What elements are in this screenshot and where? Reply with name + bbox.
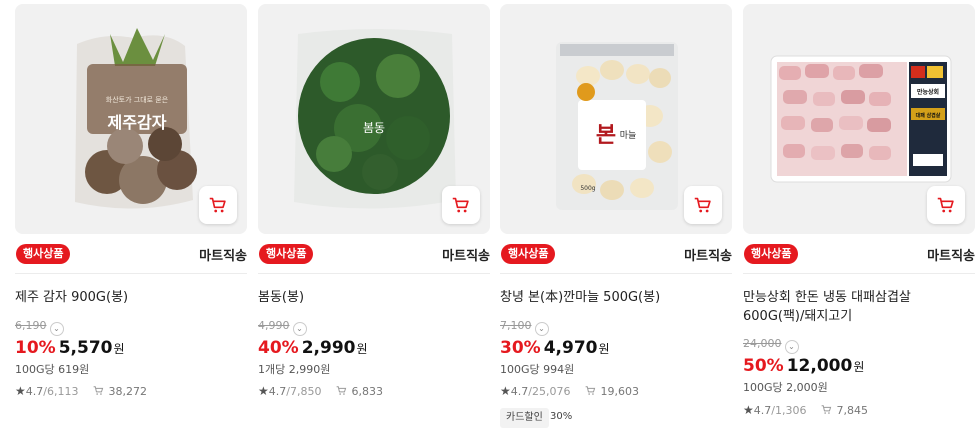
event-badge: 행사상품: [16, 244, 71, 264]
product-card[interactable]: 본 마늘 500g 행사상품 마트직송 창녕 본(本)깐마늘 500G(봉) 7…: [500, 0, 732, 441]
image-title: 대패 삼겹살: [916, 112, 941, 119]
stats-row: ★4.7/6,113 38,272: [15, 384, 247, 398]
price-block: 6,190 ⌄ 10% 5,570원 100G당 619원: [15, 314, 247, 377]
divider: [258, 273, 490, 274]
chevron-down-icon[interactable]: ⌄: [534, 322, 549, 336]
discount-rate: 50%: [743, 356, 784, 376]
shipping-label: 마트직송: [927, 249, 975, 264]
image-subtitle: 마늘: [620, 130, 637, 141]
currency: 원: [598, 342, 610, 356]
stats-row: ★4.7/7,850 6,833: [258, 384, 490, 398]
star-icon: ★: [500, 384, 511, 398]
product-name[interactable]: 만능상회 한돈 냉동 대패삼겹살 600G(팩)/돼지고기: [743, 288, 975, 326]
rating: 4.7: [268, 385, 287, 398]
product-card[interactable]: 봄동 행사상품 마트직송 봄동(봉) 4,990 ⌄ 40% 2,990원 1개당 …: [258, 0, 490, 441]
event-badge: 행사상품: [501, 244, 556, 264]
add-to-cart-button[interactable]: [927, 186, 965, 224]
currency: 원: [356, 342, 368, 356]
product-image[interactable]: 봄동: [258, 4, 490, 234]
rating: 4.7: [25, 385, 44, 398]
price-block: 24,000 ⌄ 50% 12,000원 100G당 2,000원: [743, 332, 975, 395]
stats-row: ★4.7/25,076 19,603: [500, 384, 732, 398]
product-image[interactable]: 만능상회 대패 삼겹살: [743, 4, 975, 234]
shopping-cart-icon: [452, 197, 469, 213]
cart-count-icon: [585, 386, 596, 395]
star-icon: ★: [743, 403, 754, 417]
shipping-label: 마트직송: [684, 249, 732, 264]
product-card[interactable]: 화산토가 그대로 묻은 제주감자 행사상품 마트직송 제주 감자 900G(봉)…: [15, 0, 247, 441]
original-price: 4,990: [258, 319, 290, 332]
add-to-cart-button[interactable]: [199, 186, 237, 224]
price-block: 4,990 ⌄ 40% 2,990원 1개당 2,990원: [258, 314, 490, 377]
image-title: 제주감자: [108, 113, 167, 132]
shipping-label: 마트직송: [199, 249, 247, 264]
event-badge: 행사상품: [744, 244, 799, 264]
divider: [500, 273, 732, 274]
shopping-cart-icon: [937, 197, 954, 213]
unit-price: 100G당 2,000원: [743, 381, 828, 394]
review-count[interactable]: /7,850: [286, 385, 321, 398]
product-name[interactable]: 창녕 본(本)깐마늘 500G(봉): [500, 288, 732, 307]
cart-count-icon: [821, 405, 832, 414]
original-price: 24,000: [743, 337, 782, 350]
discount-rate: 10%: [15, 338, 56, 358]
cart-count: 7,845: [836, 404, 868, 417]
currency: 원: [853, 360, 865, 374]
product-card[interactable]: 만능상회 대패 삼겹살 행사상품 마트직송 만능상회 한돈 냉동 대패삼겹살 6…: [743, 0, 975, 441]
product-image[interactable]: 본 마늘 500g: [500, 4, 732, 234]
image-title: 본: [596, 122, 616, 148]
original-price: 7,100: [500, 319, 532, 332]
rating: 4.7: [510, 385, 529, 398]
currency: 원: [113, 342, 125, 356]
image-title: 봄동: [363, 121, 385, 135]
chevron-down-icon[interactable]: ⌄: [292, 322, 307, 336]
sale-price: 4,970: [543, 338, 598, 358]
discount-rate: 40%: [258, 338, 299, 358]
divider: [15, 273, 247, 274]
sale-price: 5,570: [58, 338, 113, 358]
review-count[interactable]: /1,306: [771, 404, 806, 417]
discount-rate: 30%: [500, 338, 541, 358]
divider: [743, 273, 975, 274]
image-caption: 화산토가 그대로 묻은: [106, 95, 169, 104]
sale-price: 2,990: [301, 338, 356, 358]
add-to-cart-button[interactable]: [684, 186, 722, 224]
review-count[interactable]: /25,076: [528, 385, 570, 398]
cart-count: 38,272: [108, 385, 147, 398]
add-to-cart-button[interactable]: [442, 186, 480, 224]
cart-count-icon: [93, 386, 104, 395]
review-count[interactable]: /6,113: [43, 385, 78, 398]
cart-count: 6,833: [351, 385, 383, 398]
product-image[interactable]: 화산토가 그대로 묻은 제주감자: [15, 4, 247, 234]
price-block: 7,100 ⌄ 30% 4,970원 100G당 994원: [500, 314, 732, 377]
chevron-down-icon[interactable]: ⌄: [784, 340, 799, 354]
unit-price: 1개당 2,990원: [258, 363, 331, 376]
star-icon: ★: [258, 384, 269, 398]
product-grid: 화산토가 그대로 묻은 제주감자 행사상품 마트직송 제주 감자 900G(봉)…: [0, 0, 975, 441]
original-price: 6,190: [15, 319, 47, 332]
card-discount-rate: 30%: [550, 411, 573, 422]
cart-count-icon: [336, 386, 347, 395]
image-weight: 500g: [580, 185, 595, 192]
stats-row: ★4.7/1,306 7,845: [743, 403, 975, 417]
product-name[interactable]: 제주 감자 900G(봉): [15, 288, 247, 307]
rating: 4.7: [753, 404, 772, 417]
shipping-label: 마트직송: [442, 249, 490, 264]
card-discount-tag: 카드할인: [500, 408, 549, 428]
sale-price: 12,000: [786, 356, 853, 376]
star-icon: ★: [15, 384, 26, 398]
shopping-cart-icon: [209, 197, 226, 213]
shopping-cart-icon: [694, 197, 711, 213]
event-badge: 행사상품: [259, 244, 314, 264]
chevron-down-icon[interactable]: ⌄: [49, 322, 64, 336]
image-brand: 만능상회: [917, 88, 939, 96]
unit-price: 100G당 994원: [500, 363, 575, 376]
product-name[interactable]: 봄동(봉): [258, 288, 490, 307]
unit-price: 100G당 619원: [15, 363, 90, 376]
cart-count: 19,603: [600, 385, 639, 398]
